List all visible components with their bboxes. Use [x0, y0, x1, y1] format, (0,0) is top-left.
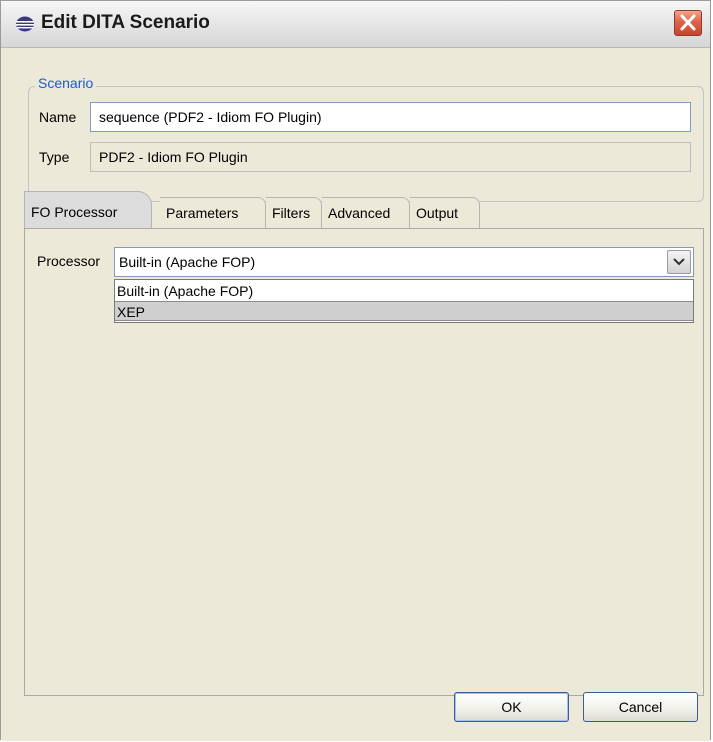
cancel-button[interactable]: Cancel	[583, 692, 698, 722]
tab-output[interactable]: Output	[410, 197, 480, 229]
processor-label: Processor	[37, 253, 101, 269]
close-button[interactable]	[674, 10, 702, 36]
title-bar[interactable]: Edit DITA Scenario	[1, 1, 710, 48]
dialog-title: Edit DITA Scenario	[41, 12, 210, 33]
edit-dita-scenario-dialog: Edit DITA Scenario Scenario Name sequenc…	[0, 0, 711, 741]
tab-strip: FO Processor Parameters Filters Advanced…	[24, 191, 704, 229]
tab-parameters[interactable]: Parameters	[160, 197, 266, 229]
scenario-legend: Scenario	[35, 75, 97, 91]
tab-fo-processor[interactable]: FO Processor	[24, 191, 152, 229]
type-label: Type	[39, 149, 70, 165]
dialog-content: Scenario Name sequence (PDF2 - Idiom FO …	[1, 48, 710, 741]
ok-button[interactable]: OK	[454, 692, 569, 722]
processor-dropdown-button[interactable]	[667, 250, 691, 274]
processor-selected-value: Built-in (Apache FOP)	[119, 254, 256, 270]
processor-option-xep[interactable]: XEP	[115, 301, 693, 321]
processor-option-builtin[interactable]: Built-in (Apache FOP)	[115, 281, 693, 301]
name-label: Name	[39, 109, 77, 125]
processor-dropdown-list: Built-in (Apache FOP) XEP	[114, 279, 694, 323]
name-input[interactable]: sequence (PDF2 - Idiom FO Plugin)	[90, 102, 691, 132]
tab-filters[interactable]: Filters	[266, 197, 322, 229]
type-field: PDF2 - Idiom FO Plugin	[90, 142, 691, 172]
processor-combo[interactable]: Built-in (Apache FOP)	[114, 247, 694, 277]
tab-advanced[interactable]: Advanced	[322, 197, 410, 229]
eclipse-icon	[15, 16, 35, 32]
